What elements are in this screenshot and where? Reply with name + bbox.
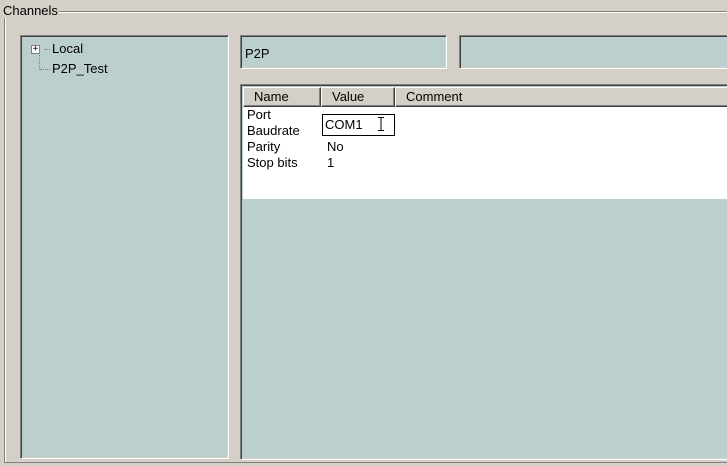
cell-value[interactable]: 1 (327, 155, 334, 171)
channel-tree[interactable]: + Local P2P_Test (20, 35, 229, 459)
channel-name-field[interactable]: P2P (240, 35, 447, 69)
expand-plus-icon[interactable]: + (31, 44, 40, 54)
channels-group-title: Channels (2, 3, 59, 18)
text-cursor-icon (378, 117, 384, 131)
tree-item-label[interactable]: P2P_Test (50, 61, 110, 77)
port-value-editor[interactable]: COM1 (322, 114, 395, 136)
cell-name[interactable]: Stop bits (247, 155, 298, 171)
tree-connector-line (40, 69, 50, 70)
cell-name[interactable]: Baudrate (247, 123, 300, 139)
port-value-text: COM1 (325, 117, 363, 132)
tree-item-label[interactable]: Local (50, 41, 85, 57)
channel-name-value: P2P (245, 46, 270, 61)
column-header-value[interactable]: Value (321, 87, 395, 107)
column-header-name[interactable]: Name (243, 87, 321, 107)
grid-rows: Port Baudrate 115200 Parity No Stop bits… (243, 107, 727, 199)
tree-item-local[interactable]: + Local (31, 41, 85, 57)
column-header-comment[interactable]: Comment (395, 87, 727, 107)
channel-description-field[interactable] (459, 35, 727, 69)
tree-item-p2p-test[interactable]: P2P_Test (50, 61, 110, 77)
cell-name[interactable]: Port (247, 107, 271, 123)
grid-header: Name Value Comment (243, 87, 727, 107)
channel-properties-grid[interactable]: Name Value Comment Port Baudrate 115200 … (240, 84, 727, 460)
cell-value[interactable]: No (327, 139, 344, 155)
cell-name[interactable]: Parity (247, 139, 280, 155)
